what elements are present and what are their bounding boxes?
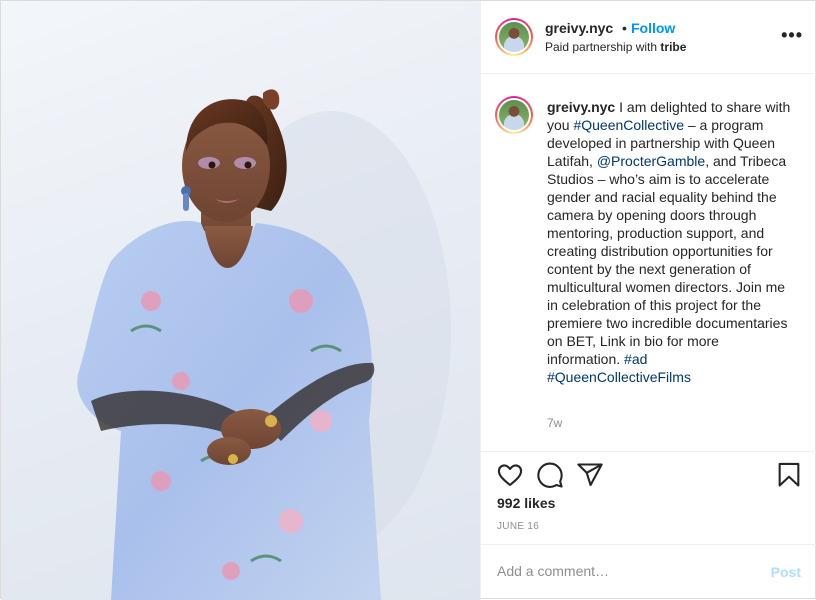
caption-area: greivy.nyc I am delighted to share with … [481,74,816,451]
caption-time[interactable]: 7w [547,416,562,430]
comment-form: Post [481,544,816,600]
mention-link[interactable]: @ProcterGamble [597,153,705,169]
action-bar [481,451,816,452]
paid-partnership-label: Paid partnership with tribe [545,40,686,54]
bookmark-icon[interactable] [775,461,803,489]
paper-plane-icon[interactable] [576,461,604,489]
photo-illustration [77,89,451,600]
partner-link[interactable]: tribe [660,40,686,54]
heart-icon[interactable] [496,461,524,489]
post-caption: greivy.nyc I am delighted to share with … [547,98,795,386]
caption-text: , and Tribeca Studios – who’s aim is to … [547,153,788,367]
caption-avatar[interactable] [495,96,533,134]
post-header: greivy.nyc • Follow Paid partnership wit… [481,1,816,74]
more-options-icon[interactable]: ••• [781,25,803,46]
post-comment-button[interactable]: Post [771,564,801,580]
post-photo[interactable] [1,1,480,600]
follow-button[interactable]: Follow [631,20,675,36]
hashtag-link[interactable]: #QueenCollective [573,117,684,133]
comment-input[interactable] [497,563,757,579]
avatar[interactable] [495,18,533,56]
separator-dot: • [622,20,627,36]
hashtag-link[interactable]: #QueenCollectiveFilms [547,369,691,385]
post-date[interactable]: JUNE 16 [497,521,539,532]
header-username[interactable]: greivy.nyc [545,20,613,36]
caption-username[interactable]: greivy.nyc [547,99,615,115]
comment-icon[interactable] [536,461,564,489]
partnership-prefix: Paid partnership with [545,40,658,54]
instagram-post: greivy.nyc • Follow Paid partnership wit… [0,0,816,600]
post-side-panel: greivy.nyc • Follow Paid partnership wit… [480,1,816,600]
hashtag-link[interactable]: #ad [624,351,647,367]
likes-count[interactable]: 992 likes [497,495,555,511]
